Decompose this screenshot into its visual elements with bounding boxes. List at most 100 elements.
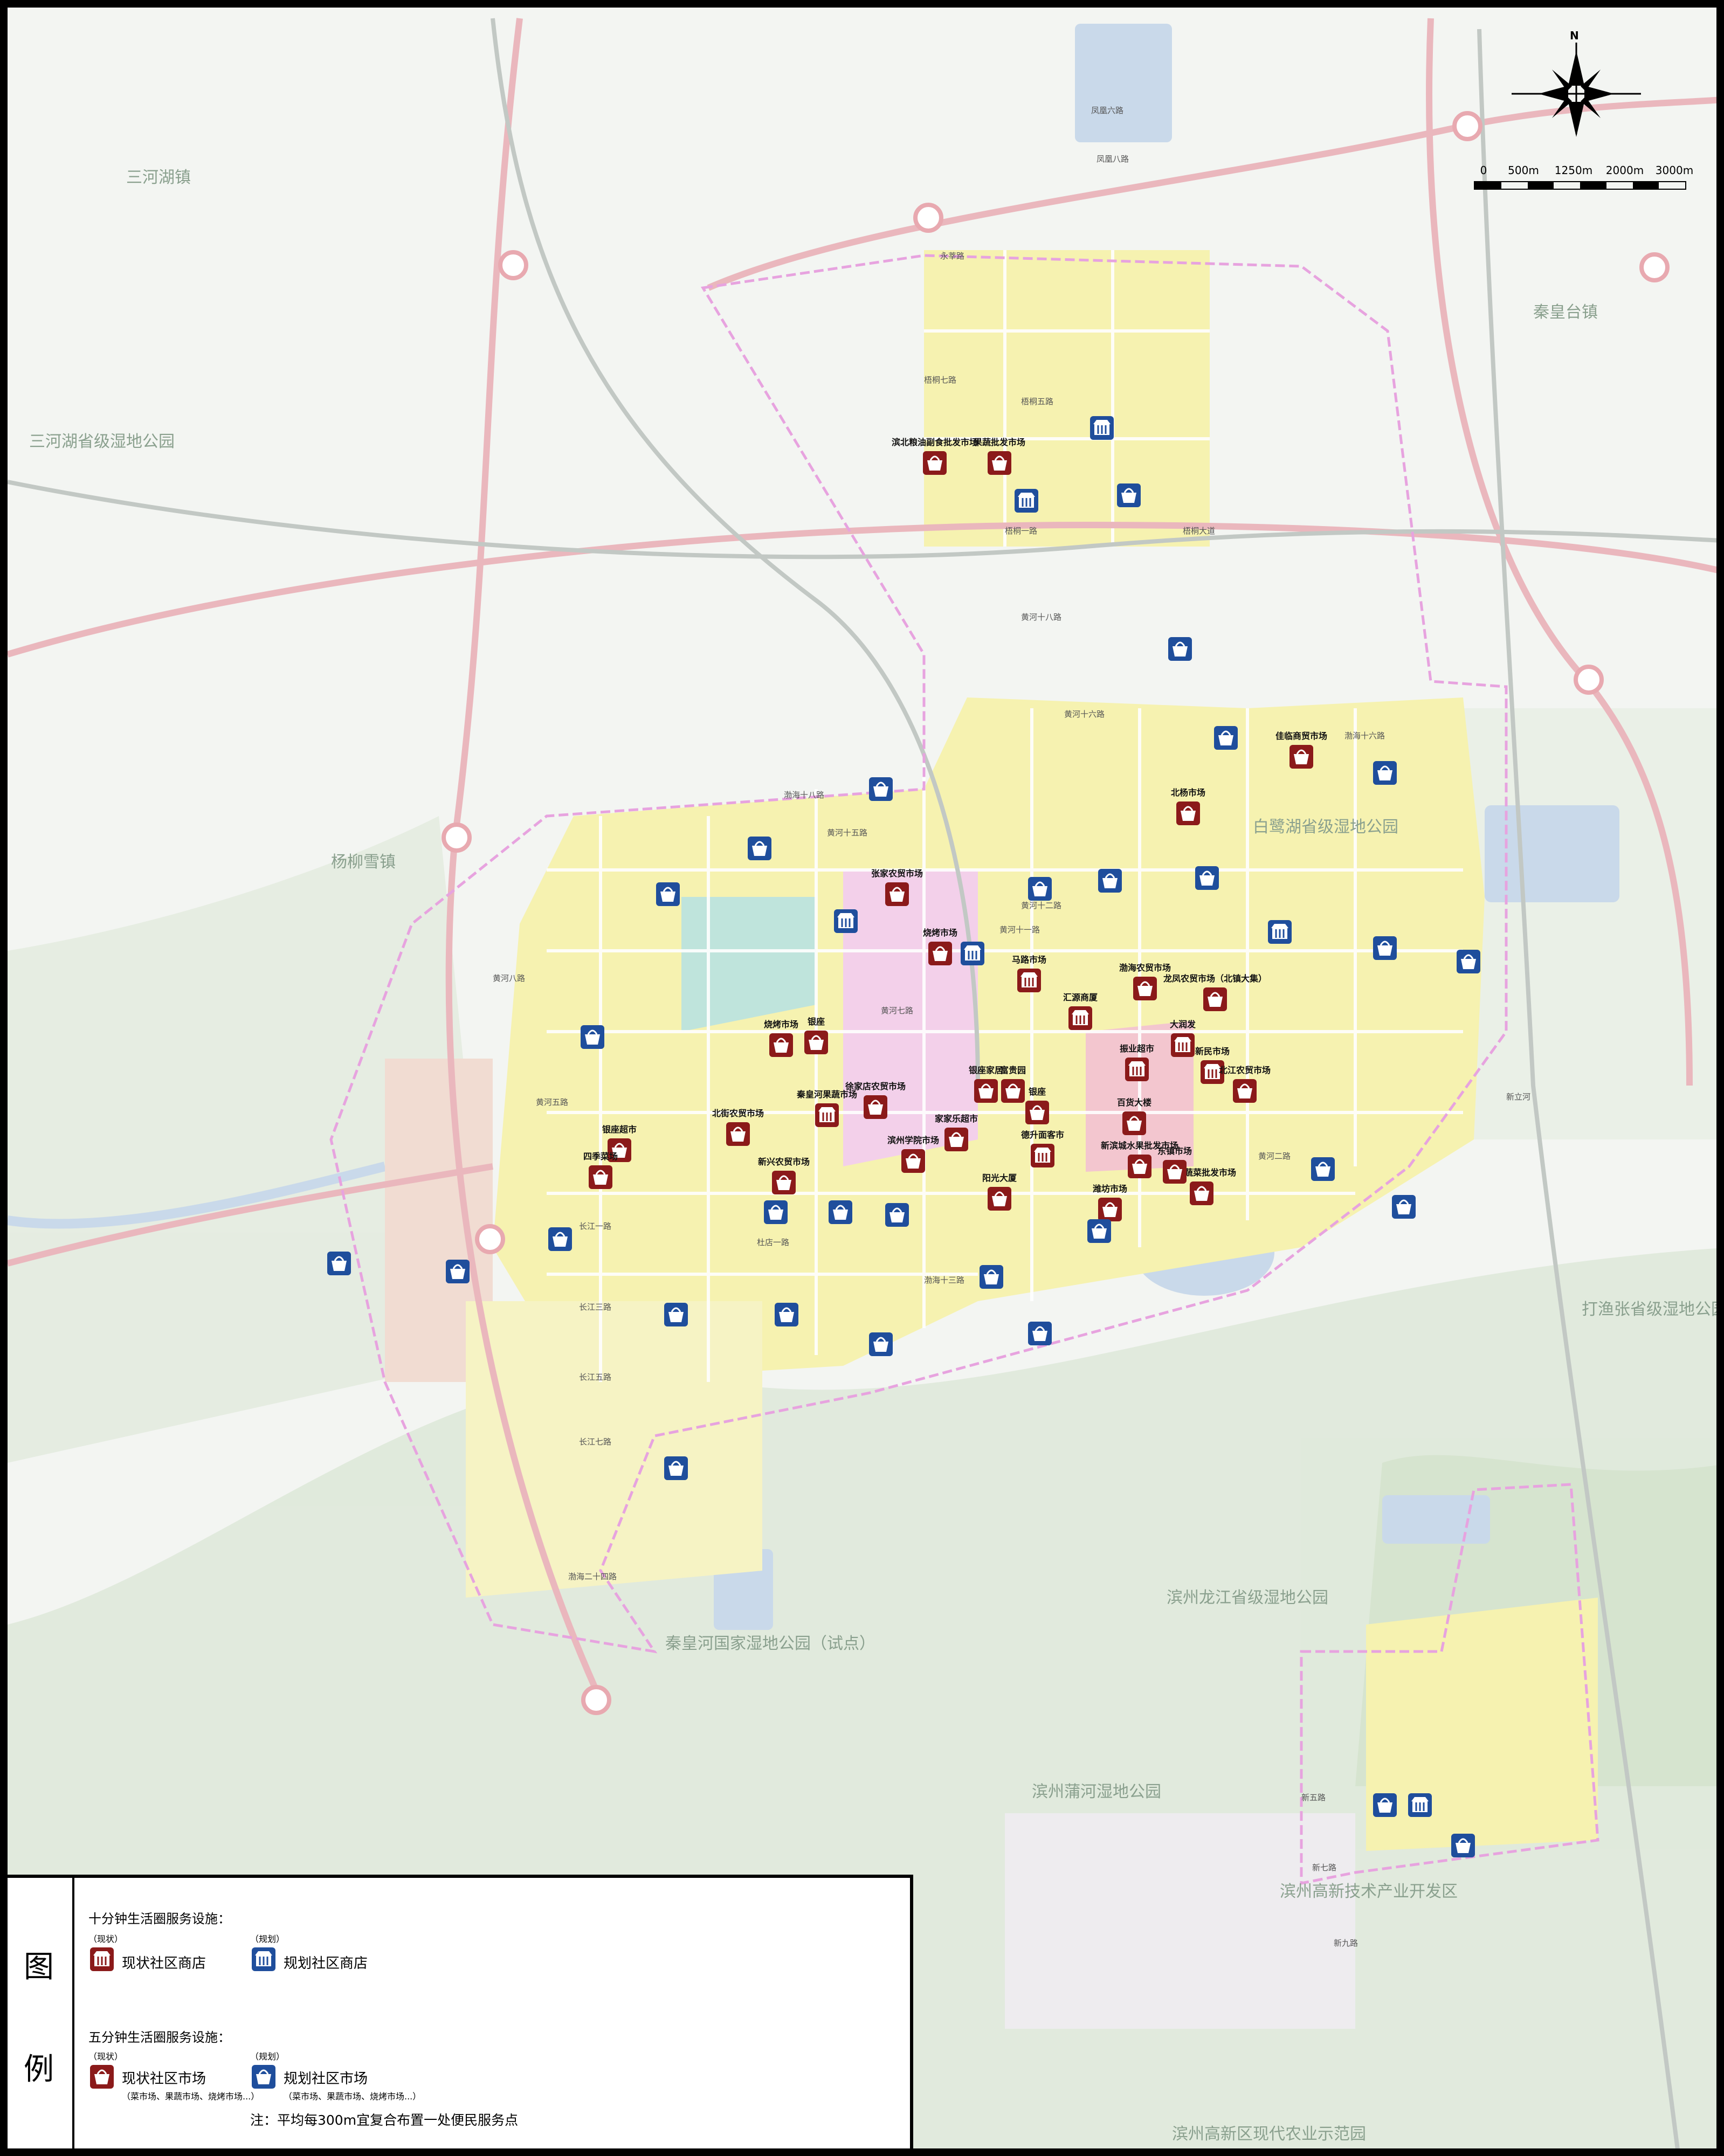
planned-market-marker[interactable]: [1213, 725, 1238, 750]
planned-market-marker[interactable]: [1027, 876, 1052, 901]
planned-market-marker[interactable]: [1373, 1793, 1397, 1818]
road-label: 渤海十八路: [784, 790, 825, 800]
planned-market-marker[interactable]: [774, 1302, 799, 1327]
poi-name: 马路市场: [1011, 955, 1047, 965]
existing-market-marker[interactable]: [987, 1186, 1012, 1211]
existing-market-marker[interactable]: [771, 1170, 796, 1195]
planned-market-marker[interactable]: [868, 1332, 893, 1357]
existing-market-marker[interactable]: [1162, 1159, 1187, 1184]
planned-market-marker[interactable]: [1311, 1157, 1335, 1181]
poi-name: 东镇市场: [1157, 1146, 1192, 1156]
planned-market-marker[interactable]: [828, 1200, 853, 1225]
poi-name: 汇源商厦: [1063, 992, 1098, 1003]
planned-market-marker[interactable]: [327, 1251, 351, 1276]
existing-market-marker[interactable]: [1176, 801, 1201, 826]
planned-market-marker[interactable]: [1168, 637, 1192, 661]
planned-market-marker[interactable]: [656, 882, 680, 907]
planned-store-marker[interactable]: [1014, 488, 1039, 513]
planned-market-marker[interactable]: [1027, 1321, 1052, 1346]
planned-market-marker[interactable]: [763, 1200, 788, 1225]
existing-store-marker[interactable]: [1125, 1057, 1149, 1082]
road-label: 黄河五路: [536, 1097, 569, 1107]
existing-market-marker[interactable]: [944, 1127, 969, 1152]
existing-market-marker[interactable]: [726, 1122, 750, 1146]
road-label: 梧桐七路: [924, 375, 957, 385]
poi-name: 烧烤市场: [922, 928, 958, 938]
planned-market-marker[interactable]: [1116, 483, 1141, 508]
poi-name: 北江农贸市场: [1218, 1065, 1271, 1075]
existing-market-marker[interactable]: [1133, 976, 1157, 1001]
planned-market-marker[interactable]: [1373, 936, 1397, 960]
planned-market-marker[interactable]: [1098, 868, 1122, 893]
planned-market-marker[interactable]: [1391, 1194, 1416, 1219]
poi-name: 徐家店农贸市场: [845, 1081, 906, 1091]
poi-name: 银座家居: [968, 1065, 1004, 1075]
poi-name: 佳临商贸市场: [1275, 731, 1328, 741]
existing-market-marker[interactable]: [901, 1149, 926, 1173]
planned-market-marker[interactable]: [747, 836, 772, 861]
planned-market-marker[interactable]: [885, 1203, 909, 1227]
existing-market-marker[interactable]: [1232, 1079, 1257, 1103]
existing-store-marker[interactable]: [1030, 1143, 1055, 1168]
planned-market-marker[interactable]: [548, 1227, 573, 1252]
poi-name: 家家乐超市: [934, 1114, 978, 1124]
existing-market-marker[interactable]: [1127, 1154, 1152, 1179]
planned-market-marker[interactable]: [445, 1259, 470, 1284]
place-label: 白鹭湖省级湿地公园: [1253, 818, 1398, 837]
poi-name: 新民市场: [1195, 1046, 1230, 1056]
planned-market-marker[interactable]: [1087, 1219, 1112, 1243]
road-label: 黄河八路: [493, 973, 526, 983]
existing-market-marker[interactable]: [987, 451, 1012, 475]
legend-market-note: （菜市场、果蔬市场、烧烤市场...）: [122, 2091, 260, 2102]
planned-store-marker[interactable]: [1089, 416, 1114, 440]
existing-market-marker[interactable]: [974, 1079, 998, 1103]
legend-status: （规划）: [250, 1934, 285, 1944]
existing-market-marker[interactable]: [769, 1033, 794, 1058]
existing-store-marker[interactable]: [1068, 1006, 1093, 1031]
existing-market-marker[interactable]: [1001, 1079, 1025, 1103]
poi-name: 银座: [1028, 1087, 1046, 1097]
planned-market-marker[interactable]: [664, 1456, 688, 1481]
planned-market-marker[interactable]: [1456, 949, 1481, 974]
existing-market-marker[interactable]: [1189, 1181, 1214, 1206]
legend-existing-store: 现状社区商店: [122, 1955, 206, 1972]
existing-market-marker[interactable]: [1289, 744, 1314, 769]
legend-note: 注：平均每300m宜复合布置一处便民服务点: [250, 2112, 519, 2128]
scale-label: 2000m: [1605, 164, 1644, 177]
poi-name: 振业超市: [1119, 1044, 1155, 1054]
poi-name: 阳光大厦: [982, 1173, 1017, 1183]
planned-market-marker[interactable]: [1451, 1833, 1475, 1858]
planned-market-marker[interactable]: [868, 777, 893, 801]
planned-market-marker[interactable]: [1373, 761, 1397, 785]
existing-market-marker[interactable]: [588, 1165, 613, 1190]
existing-store-marker[interactable]: [1017, 968, 1042, 993]
planned-store-marker[interactable]: [1267, 920, 1292, 944]
legend-planned-market: 规划社区市场: [284, 2071, 368, 2087]
poi-name: 果蔬批发市场: [973, 437, 1026, 447]
existing-market-marker[interactable]: [1025, 1100, 1050, 1125]
road-label: 新五路: [1301, 1793, 1326, 1802]
road-label: 黄河十二路: [1021, 901, 1062, 910]
planned-store-marker[interactable]: [833, 909, 858, 934]
existing-market-marker[interactable]: [928, 941, 953, 966]
existing-market-marker[interactable]: [1203, 987, 1228, 1012]
road-label: 新七路: [1312, 1863, 1337, 1872]
planned-store-marker[interactable]: [960, 941, 985, 966]
existing-market-marker[interactable]: [922, 451, 947, 475]
existing-market-marker[interactable]: [804, 1030, 829, 1055]
place-label: 滨州高新技术产业开发区: [1280, 1882, 1458, 1901]
existing-market-marker[interactable]: [863, 1095, 888, 1120]
poi-name: 银座: [807, 1017, 825, 1027]
planned-market-marker[interactable]: [979, 1264, 1004, 1289]
road-label: 黄河十六路: [1064, 709, 1105, 719]
existing-store-marker[interactable]: [1170, 1033, 1195, 1058]
planned-market-marker[interactable]: [580, 1025, 605, 1049]
planned-market-marker[interactable]: [1195, 866, 1219, 890]
place-label: 滨州高新区现代农业示范园: [1172, 2125, 1366, 2144]
planned-store-marker[interactable]: [1408, 1793, 1432, 1818]
existing-store-marker[interactable]: [815, 1103, 839, 1128]
planned-market-marker[interactable]: [664, 1302, 688, 1327]
planned-store-icon: [252, 1947, 275, 1971]
existing-market-marker[interactable]: [885, 882, 909, 907]
existing-market-marker[interactable]: [1122, 1111, 1147, 1136]
